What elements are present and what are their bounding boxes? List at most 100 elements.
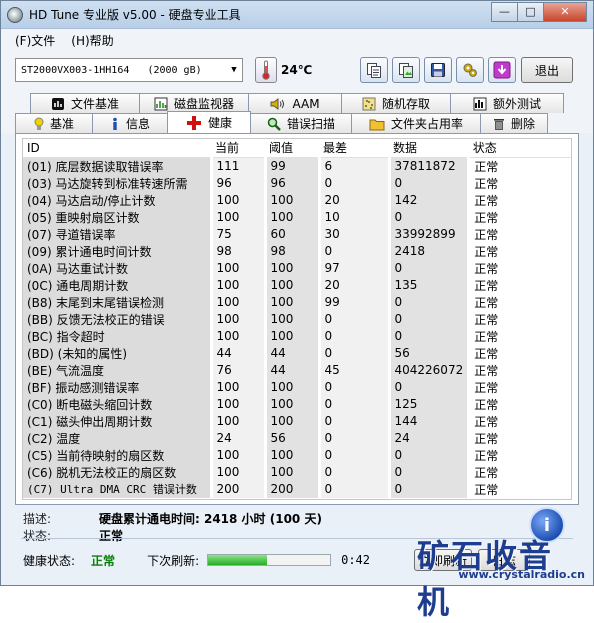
tab-extra-tests[interactable]: 额外测试 (450, 93, 564, 113)
drive-select[interactable]: ST2000VX003-1HH164 (2000 gB) ▼ (15, 58, 243, 82)
cell-data: 0 (389, 446, 471, 464)
table-row[interactable]: (C0) 断电磁头缩回计数 100 100 0 125 正常 (23, 395, 571, 413)
cell-worst: 0 (319, 310, 391, 328)
tab-info[interactable]: 信息 (92, 113, 168, 133)
cell-threshold: 100 (265, 259, 321, 277)
cell-id: (BF) 振动感测错误率 (23, 378, 213, 396)
cell-worst: 0 (319, 242, 391, 260)
smart-table-container[interactable]: ID 当前 阈值 最差 数据 状态 (01) 底层数据读取错误率 111 99 6 37… (22, 138, 572, 500)
table-row[interactable]: (BC) 指令超时 100 100 0 0 正常 (23, 327, 571, 345)
cell-data: 33992899 (389, 225, 471, 243)
tab-aam[interactable]: AAM (248, 93, 342, 113)
log-button[interactable]: 日志 (478, 549, 531, 571)
options-button[interactable] (456, 57, 485, 83)
cell-status: 正常 (468, 446, 571, 464)
refresh-now-button[interactable]: 立即刷新 (414, 549, 473, 571)
column-header-status[interactable]: 状态 (468, 139, 571, 158)
table-row[interactable]: (09) 累计通电时间计数 98 98 0 2418 正常 (23, 242, 571, 260)
cell-data: 56 (389, 344, 471, 362)
cell-threshold: 56 (265, 429, 321, 447)
table-row[interactable]: (03) 马达旋转到标准转速所需 96 96 0 0 正常 (23, 174, 571, 192)
table-row[interactable]: (C1) 磁头伸出周期计数 100 100 0 144 正常 (23, 412, 571, 430)
copy-text-button[interactable] (360, 57, 389, 83)
cell-status: 正常 (468, 463, 571, 481)
title-bar[interactable]: HD Tune 专业版 v5.00 - 硬盘专业工具 — □ ✕ (1, 1, 593, 29)
cell-data: 142 (389, 191, 471, 209)
table-header-row: ID 当前 阈值 最差 数据 状态 (23, 139, 571, 158)
gears-icon (463, 63, 478, 77)
cell-id: (03) 马达旋转到标准转速所需 (23, 174, 213, 192)
cell-current: 100 (211, 276, 267, 294)
cell-worst: 0 (319, 412, 391, 430)
tab-folder-usage[interactable]: 文件夹占用率 (351, 113, 481, 133)
table-row[interactable]: (C2) 温度 24 56 0 24 正常 (23, 429, 571, 447)
table-row[interactable]: (B8) 末尾到末尾错误检测 100 100 99 0 正常 (23, 293, 571, 311)
cell-worst: 0 (319, 344, 391, 362)
column-header-threshold[interactable]: 阈值 (265, 139, 319, 158)
cell-worst: 6 (319, 157, 391, 175)
tab-benchmark[interactable]: 基准 (15, 113, 93, 133)
temperature-readout: 24℃ (281, 63, 313, 77)
cell-id: (C1) 磁头伸出周期计数 (23, 412, 213, 430)
table-row[interactable]: (BB) 反馈无法校正的错误 100 100 0 0 正常 (23, 310, 571, 328)
table-row[interactable]: (BF) 振动感测错误率 100 100 0 0 正常 (23, 378, 571, 396)
cell-current: 100 (211, 208, 267, 226)
table-row[interactable]: (C7) Ultra DMA CRC 错误计数 200 200 0 0 正常 (23, 480, 571, 498)
toolbar: ST2000VX003-1HH164 (2000 gB) ▼ 24℃ 退出 (1, 51, 593, 89)
cell-current: 100 (211, 191, 267, 209)
tab-error-scan[interactable]: 错误扫描 (250, 113, 352, 133)
cell-status: 正常 (468, 259, 571, 277)
tab-erase[interactable]: 删除 (480, 113, 548, 133)
table-row[interactable]: (0A) 马达重试计数 100 100 97 0 正常 (23, 259, 571, 277)
table-row[interactable]: (BE) 气流温度 76 44 45 404226072 正常 (23, 361, 571, 379)
column-header-current[interactable]: 当前 (211, 139, 265, 158)
exit-button[interactable]: 退出 (521, 57, 573, 83)
table-row[interactable]: (C5) 当前待映射的扇区数 100 100 0 0 正常 (23, 446, 571, 464)
close-button[interactable]: ✕ (543, 1, 587, 22)
cell-id: (C0) 断电磁头缩回计数 (23, 395, 213, 413)
cell-status: 正常 (468, 378, 571, 396)
folder-icon (369, 117, 385, 131)
menu-help[interactable]: (H)帮助 (71, 32, 113, 49)
health-cross-icon (186, 115, 202, 131)
extra-tests-icon (473, 97, 487, 111)
cell-threshold: 100 (265, 208, 321, 226)
table-row[interactable]: (C6) 脱机无法校正的扇区数 100 100 0 0 正常 (23, 463, 571, 481)
table-row[interactable]: (05) 重映射扇区计数 100 100 10 0 正常 (23, 208, 571, 226)
tab-health[interactable]: 健康 (167, 111, 251, 133)
tab-random-access[interactable]: 随机存取 (341, 93, 451, 113)
dropdown-arrow-icon[interactable]: ▼ (226, 65, 242, 75)
tab-disk-monitor[interactable]: 磁盘监视器 (139, 93, 249, 113)
column-header-data[interactable]: 数据 (389, 139, 469, 158)
cell-status: 正常 (468, 361, 571, 379)
tab-row-top: 文件基准 磁盘监视器 AAM 随机存取 额外测试 (15, 93, 579, 113)
next-refresh-label: 下次刷新: (147, 553, 200, 568)
maximize-button[interactable]: □ (517, 1, 544, 22)
tab-file-benchmark[interactable]: 文件基准 (30, 93, 140, 113)
table-row[interactable]: (04) 马达启动/停止计数 100 100 20 142 正常 (23, 191, 571, 209)
cell-current: 44 (211, 344, 267, 362)
drive-size: (2000 gB) (147, 64, 202, 76)
app-disk-icon (7, 6, 23, 23)
column-header-worst[interactable]: 最差 (319, 139, 389, 158)
download-arrow-icon (493, 61, 511, 79)
tab-label: 错误扫描 (286, 117, 335, 131)
column-header-id[interactable]: ID (23, 139, 211, 158)
cell-data: 144 (389, 412, 471, 430)
tab-row-bottom: 基准 信息 健康 错误扫描 文件夹占用率 删除 (15, 111, 579, 133)
download-button[interactable] (488, 57, 517, 83)
table-row[interactable]: (07) 寻道错误率 75 60 30 33992899 正常 (23, 225, 571, 243)
copy-screenshot-button[interactable] (392, 57, 421, 83)
cell-threshold: 100 (265, 378, 321, 396)
table-row[interactable]: (BD) (未知的属性) 44 44 0 56 正常 (23, 344, 571, 362)
menu-file[interactable]: (F)文件 (15, 32, 55, 49)
minimize-button[interactable]: — (491, 1, 518, 22)
save-button[interactable] (424, 57, 453, 83)
cell-data: 0 (389, 293, 471, 311)
floppy-save-icon (431, 63, 446, 77)
cell-current: 75 (211, 225, 267, 243)
table-row[interactable]: (0C) 通电周期计数 100 100 20 135 正常 (23, 276, 571, 294)
table-row[interactable]: (01) 底层数据读取错误率 111 99 6 37811872 正常 (23, 157, 571, 175)
health-status-value: 正常 (91, 553, 116, 568)
description-label: 描述: (23, 511, 52, 526)
